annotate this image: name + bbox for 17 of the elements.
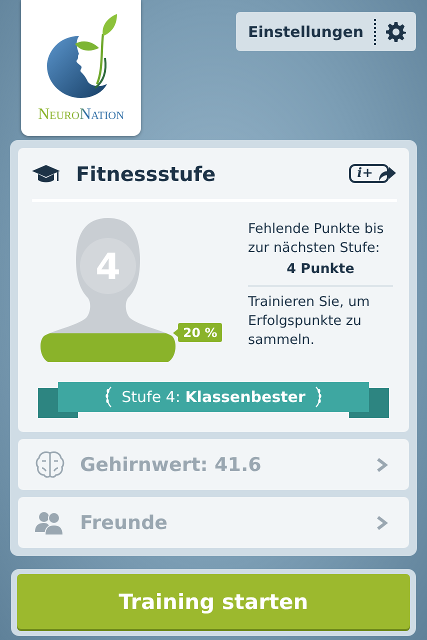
chevron-icon [377, 456, 389, 472]
card-title: Fitnessstufe [76, 162, 217, 186]
settings-button[interactable]: Einstellungen [236, 12, 416, 51]
brain-icon [34, 448, 66, 480]
graduation-cap-icon [32, 164, 60, 184]
settings-icon [386, 22, 406, 42]
nav-row[interactable]: Freunde [18, 497, 409, 548]
start-training-button[interactable]: Training starten [17, 574, 410, 629]
points-value: 4 Punkte [286, 260, 356, 279]
level-name: Stufe 4: Klassenbester [122, 388, 306, 406]
laurel-icon [313, 386, 324, 408]
hint-text: Trainieren Sie, um Erfolgspunkte zu sammeln. [248, 293, 371, 350]
share-icon [377, 166, 397, 182]
laurel-icon [104, 386, 114, 408]
missing-points-text: Fehlende Punkte bis zur nächsten Stufe: [248, 220, 385, 258]
nav-row[interactable]: Gehirnwert: 41.6 [18, 439, 409, 490]
chevron-icon [377, 514, 389, 530]
